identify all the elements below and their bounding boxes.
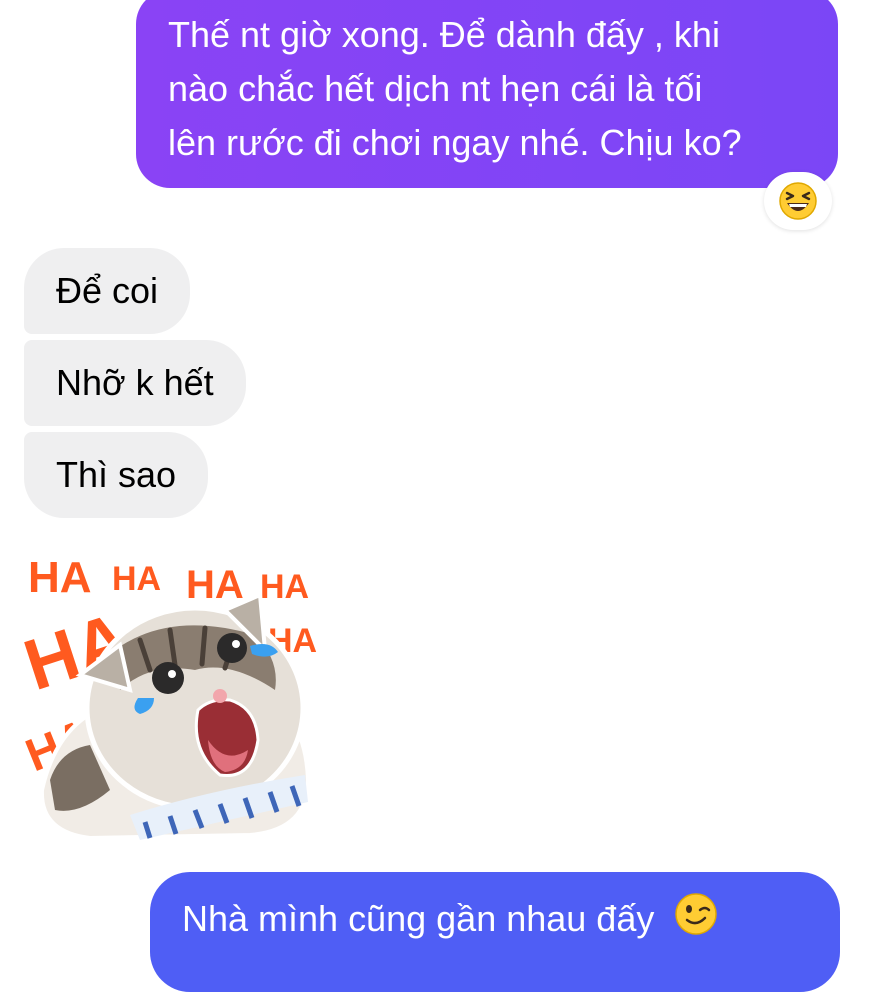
outgoing-message-bubble[interactable]: Thế nt giờ xong. Để dành đấy , khi nào c…: [136, 0, 838, 188]
laughing-cat-sticker-icon[interactable]: HA HA HA HA HA HA HA: [20, 540, 320, 845]
message-text: Thì sao: [56, 454, 177, 495]
message-text: Nhà mình cũng gần nhau đấy: [182, 898, 655, 940]
message-text: Để coi: [56, 270, 159, 311]
outgoing-message-bubble[interactable]: Nhà mình cũng gần nhau đấy: [150, 872, 840, 992]
message-text: Nhỡ k hết: [56, 362, 214, 403]
sticker-text: HA: [186, 563, 244, 607]
winking-emoji-icon: [674, 892, 718, 951]
incoming-message-bubble[interactable]: Để coi: [24, 248, 191, 334]
message-line: lên rước đi chơi ngay nhé. Chịu ko?: [168, 122, 742, 163]
laughing-squint-emoji-icon: [779, 182, 817, 220]
sticker-text: HA: [112, 560, 161, 598]
incoming-message-bubble[interactable]: Nhỡ k hết: [24, 340, 246, 426]
incoming-message-bubble[interactable]: Thì sao: [24, 432, 209, 518]
message-reaction[interactable]: [764, 172, 832, 230]
sticker-text: HA: [28, 553, 92, 602]
message-line: nào chắc hết dịch nt hẹn cái là tối: [168, 68, 703, 109]
message-line: Thế nt giờ xong. Để dành đấy , khi: [168, 14, 720, 55]
sticker-text: HA: [260, 568, 309, 606]
